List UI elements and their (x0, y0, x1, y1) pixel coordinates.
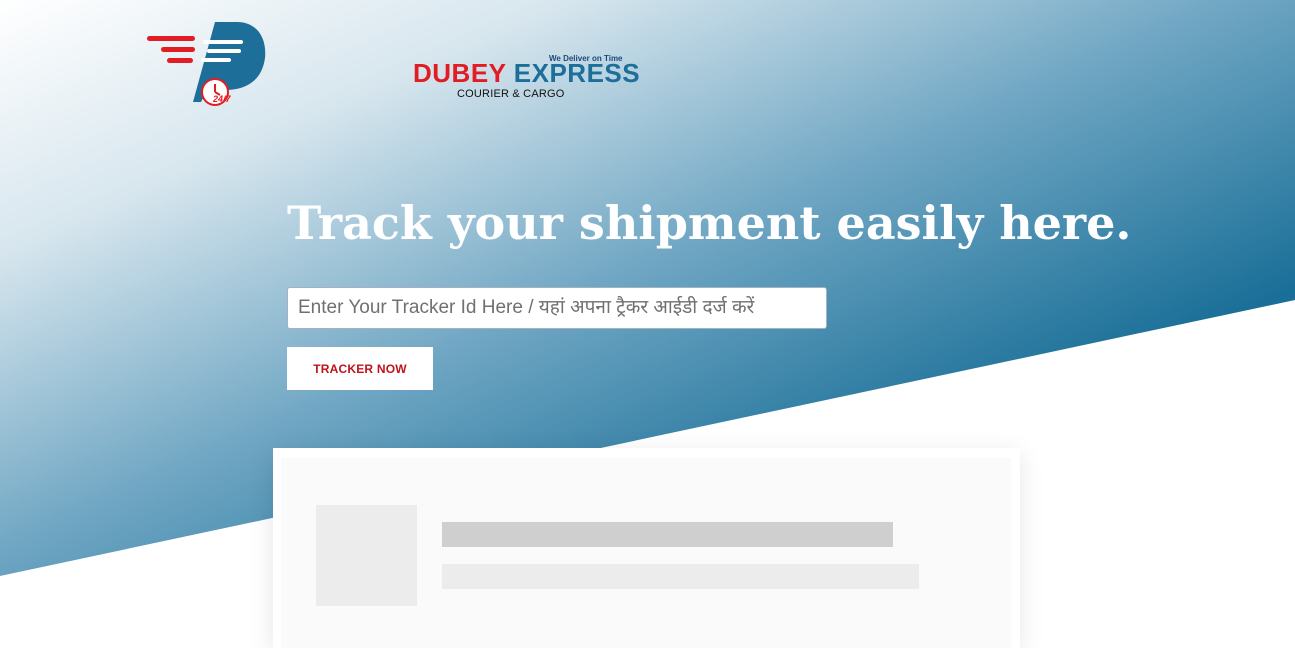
brand-name-dubey: DUBEY (413, 58, 507, 88)
skeleton-thumbnail (316, 505, 417, 606)
skeleton-line-primary (442, 522, 893, 547)
brand-name: DUBEY EXPRESS (413, 58, 640, 89)
tracker-id-input[interactable] (287, 287, 827, 329)
clock-24-7-badge: 24/7 (213, 94, 231, 104)
tracker-now-button[interactable]: TRACKER NOW (287, 347, 433, 390)
brand-logo[interactable]: We Deliver on Time DUBEY EXPRESS COURIER… (145, 18, 640, 110)
skeleton-line-secondary (442, 564, 919, 589)
result-card (273, 448, 1020, 648)
result-card-placeholder (281, 458, 1011, 648)
hero-headline: Track your shipment easily here. (287, 196, 1132, 250)
brand-name-express: EXPRESS (513, 58, 641, 88)
brand-subtitle: COURIER & CARGO (457, 88, 565, 100)
